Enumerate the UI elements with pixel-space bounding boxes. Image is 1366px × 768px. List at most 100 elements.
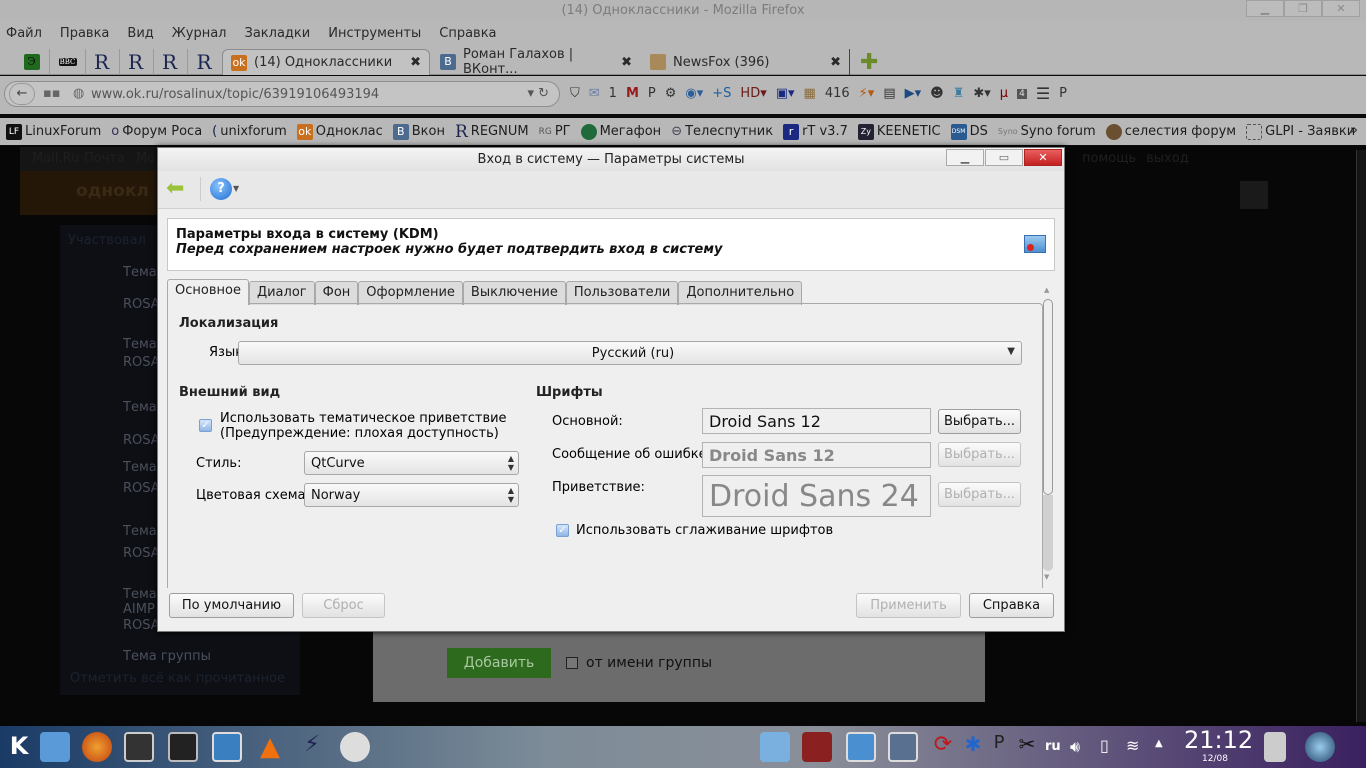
tab-newsfox[interactable]: NewsFox (396) ✖ <box>642 49 850 75</box>
disk-icon[interactable] <box>340 732 370 762</box>
keyboard-layout[interactable]: ru <box>1045 739 1061 754</box>
chat-icon[interactable]: ☻ <box>930 86 944 101</box>
update-icon[interactable]: ⟳ <box>928 732 958 762</box>
my-link[interactable]: Мо <box>136 151 155 166</box>
vault-icon[interactable] <box>802 732 832 762</box>
as-group-checkbox[interactable] <box>566 657 578 669</box>
bookmark[interactable]: DSM DS <box>950 123 988 140</box>
pinned-tab-r1[interactable]: R <box>84 49 120 75</box>
close-button[interactable]: ✕ <box>1322 0 1360 17</box>
themed-greeter-checkbox[interactable]: ✓ <box>199 419 212 432</box>
close-tab-icon[interactable]: ✖ <box>621 55 632 70</box>
skype-icon[interactable]: +S <box>712 86 731 101</box>
url-text[interactable]: www.ok.ru/rosalinux/topic/63919106493194 <box>91 87 379 102</box>
kickoff-menu-icon[interactable]: K <box>4 732 34 762</box>
topic-item[interactable]: Тема <box>123 460 157 475</box>
bookmark[interactable]: (unixforum <box>212 124 287 139</box>
bug-icon[interactable]: ✱▾ <box>973 86 990 101</box>
new-tab-button[interactable]: ✚ <box>852 49 886 75</box>
counter-icon[interactable]: ▦ <box>804 86 816 101</box>
topic-item[interactable]: Тема <box>123 337 157 352</box>
gmail-icon[interactable]: M <box>626 86 639 101</box>
help-link[interactable]: помощь <box>1082 151 1136 166</box>
logout-link[interactable]: выход <box>1146 151 1189 166</box>
tab-shutdown[interactable]: Выключение <box>462 281 566 305</box>
mark-read-link[interactable]: Отметить всё как прочитанное <box>70 671 285 686</box>
chevron-down-icon[interactable]: ▼ <box>233 184 239 193</box>
tray-expand-icon[interactable]: ▲ <box>1155 738 1163 749</box>
mailru-link[interactable]: Mail.Ru <box>32 151 79 166</box>
volume-icon[interactable]: 🔊︎ <box>1070 737 1080 757</box>
antialias-label[interactable]: Использовать сглаживание шрифтов <box>576 523 833 538</box>
menu-history[interactable]: Журнал <box>172 26 227 41</box>
wp-icon[interactable]: ◉▾ <box>685 86 703 101</box>
choose-greeting-font-button[interactable]: Выбрать... <box>938 482 1021 507</box>
themed-greeter-label[interactable]: Использовать тематическое приветствие (Пр… <box>220 411 507 441</box>
downloads-icon[interactable] <box>760 732 790 762</box>
bookmark[interactable]: o Форум Роса <box>111 124 202 139</box>
hd-icon[interactable]: HD▾ <box>740 86 766 101</box>
language-select[interactable]: Русский (ru) ▼ <box>238 341 1022 365</box>
page-scrollbar[interactable] <box>1356 150 1366 722</box>
apply-button[interactable]: Применить <box>856 593 961 618</box>
menu-bookmarks[interactable]: Закладки <box>245 26 311 41</box>
bookmark[interactable]: r rT v3.7 <box>783 123 848 140</box>
choose-failure-font-button[interactable]: Выбрать... <box>938 442 1021 467</box>
reload-icon[interactable]: ▾ ↻ <box>527 86 549 101</box>
flash-icon[interactable]: ⚡▾ <box>859 86 875 101</box>
menu-tools[interactable]: Инструменты <box>328 26 421 41</box>
back-arrow-icon[interactable]: ⬅ <box>166 176 184 201</box>
window-switcher-icon[interactable] <box>846 732 876 762</box>
p-icon[interactable]: P <box>1059 86 1067 101</box>
bookmark[interactable]: Мегафон <box>580 123 661 140</box>
tab-theme[interactable]: Оформление <box>358 281 463 305</box>
bookmark[interactable]: ok Одноклас <box>296 123 383 140</box>
bookmark[interactable]: LF LinuxForum <box>6 123 101 140</box>
scrollbar-thumb[interactable] <box>1043 299 1053 495</box>
add-button[interactable]: Добавить <box>447 648 551 678</box>
ublock-icon[interactable]: μ <box>1000 86 1008 101</box>
scroll-up-icon[interactable]: ▲ <box>1044 286 1049 294</box>
menu-view[interactable]: Вид <box>127 26 153 41</box>
hamburger-menu-icon[interactable]: ☰ <box>1036 84 1050 103</box>
tab-background[interactable]: Фон <box>314 281 359 305</box>
mail-icon[interactable]: ✉ <box>589 86 600 101</box>
menu-edit[interactable]: Правка <box>60 26 109 41</box>
close-tab-icon[interactable]: ✖ <box>830 55 841 70</box>
topic-item[interactable]: Тема <box>123 400 157 415</box>
bookmark[interactable]: R REGNUM <box>455 122 529 142</box>
system-monitor-icon[interactable] <box>168 732 198 762</box>
more-bookmarks-icon[interactable]: » <box>1350 123 1358 138</box>
clock-time[interactable]: 21:12 <box>1184 726 1253 754</box>
settings-icon[interactable] <box>888 732 918 762</box>
topic-item[interactable]: Тема <box>123 587 157 602</box>
style-select[interactable]: QtCurve ▲ ▼ <box>304 451 519 475</box>
bookmark[interactable]: Syno Syno forum <box>998 124 1096 139</box>
network-icon[interactable]: ⚡ <box>297 732 327 762</box>
terminal-icon[interactable] <box>124 732 154 762</box>
file-manager-icon[interactable] <box>40 732 70 762</box>
dialog-scrollbar[interactable]: ▲ ▼ <box>1043 286 1054 586</box>
gear-icon[interactable]: ⚙ <box>665 86 677 101</box>
mail-link[interactable]: Почта <box>84 151 125 166</box>
dialog-minimize-button[interactable]: ▁ <box>946 149 984 166</box>
play-icon[interactable]: ▶▾ <box>905 86 922 101</box>
bookmark[interactable]: GLPI - Заявки <box>1246 123 1355 140</box>
avatar[interactable] <box>1240 181 1268 209</box>
bookmark[interactable]: RG РГ <box>539 124 571 139</box>
pinned-tab-bbc[interactable]: BBC <box>50 49 86 75</box>
maximize-button[interactable]: ❐ <box>1284 0 1322 17</box>
antialias-checkbox[interactable]: ✓ <box>556 524 569 537</box>
close-tab-icon[interactable]: ✖ <box>410 55 421 70</box>
vlc-icon[interactable]: ▲ <box>255 732 285 762</box>
tab-general[interactable]: Основное <box>167 279 249 305</box>
menu-help[interactable]: Справка <box>439 26 496 41</box>
minimize-button[interactable]: ▁ <box>1246 0 1284 17</box>
tab-users[interactable]: Пользователи <box>565 281 679 305</box>
topic-item[interactable]: Тема <box>123 524 157 539</box>
menu-file[interactable]: Файл <box>6 26 42 41</box>
identity-icon[interactable]: ▪▪ <box>43 86 61 101</box>
tab-advanced[interactable]: Дополнительно <box>678 281 803 305</box>
scroll-down-icon[interactable]: ▼ <box>1044 573 1049 581</box>
trash-icon[interactable] <box>1264 732 1286 762</box>
